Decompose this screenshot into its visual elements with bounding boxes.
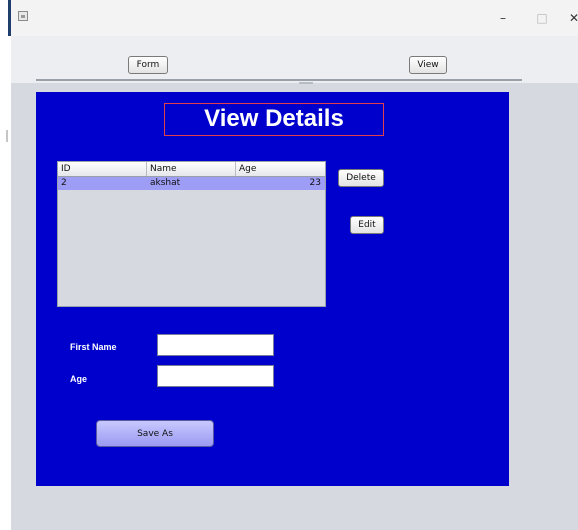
java-app-icon[interactable] — [18, 11, 28, 21]
app-window: – □ ✕ Form View View Details ID Name Age… — [11, 0, 578, 530]
delete-button[interactable]: Delete — [338, 169, 384, 187]
minimize-button[interactable]: – — [493, 10, 513, 26]
details-table[interactable]: ID Name Age 2 akshat 23 — [57, 161, 326, 307]
column-header-id[interactable]: ID — [58, 162, 147, 176]
edge-mark — [6, 130, 8, 142]
close-button[interactable]: ✕ — [564, 10, 578, 26]
edit-button[interactable]: Edit — [350, 216, 384, 234]
title-bar[interactable]: – □ ✕ — [11, 0, 578, 36]
split-pane-divider[interactable] — [36, 79, 522, 81]
maximize-button[interactable]: □ — [532, 10, 552, 26]
first-name-field[interactable] — [157, 334, 274, 356]
content-pane: Form View View Details ID Name Age 2 aks… — [11, 36, 578, 530]
first-name-label: First Name — [70, 342, 117, 352]
column-header-age[interactable]: Age — [236, 162, 325, 176]
age-label: Age — [70, 374, 88, 384]
page-title: View Details — [164, 103, 384, 136]
column-header-name[interactable]: Name — [147, 162, 236, 176]
cell-id: 2 — [61, 178, 67, 188]
cell-name: akshat — [150, 178, 181, 188]
split-pane-handle[interactable] — [299, 82, 313, 84]
age-field[interactable] — [157, 365, 274, 387]
table-header: ID Name Age — [58, 162, 325, 177]
nav-bar: Form View — [11, 36, 578, 84]
cell-age: 23 — [309, 178, 321, 188]
view-details-panel: View Details ID Name Age 2 akshat 23 Del… — [36, 92, 509, 486]
form-button[interactable]: Form — [128, 56, 168, 74]
view-button[interactable]: View — [409, 56, 447, 74]
save-as-button[interactable]: Save As — [96, 420, 214, 447]
table-row[interactable]: 2 akshat 23 — [58, 177, 325, 190]
desktop-left-edge — [0, 0, 11, 530]
